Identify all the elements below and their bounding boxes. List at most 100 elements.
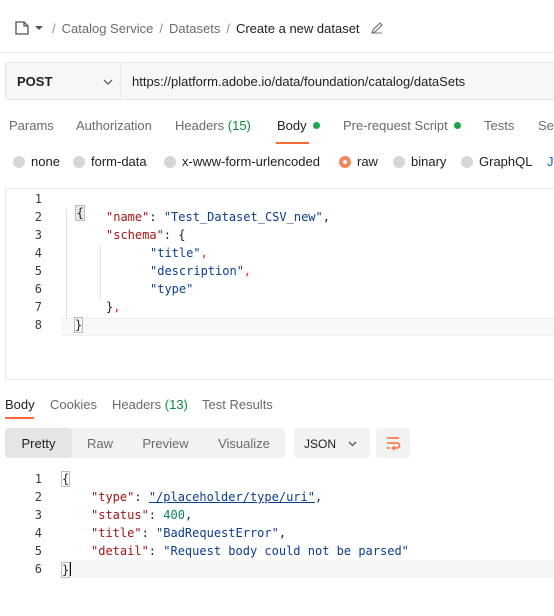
tab-authorization[interactable]: Authorization: [76, 118, 152, 133]
code-line: "name": "Test_Dataset_CSV_new",: [106, 210, 330, 224]
radio-label: form-data: [91, 154, 147, 169]
line-number: 2: [34, 210, 42, 224]
line-number: 6: [34, 282, 42, 296]
wrap-lines-icon: [387, 437, 401, 451]
method-select[interactable]: POST: [5, 62, 120, 100]
tab-headers-label: Headers: [175, 118, 225, 133]
syntax-error-mark: ,: [243, 264, 252, 278]
breadcrumb-item-datasets[interactable]: Datasets: [169, 21, 220, 36]
response-line: "title": "BadRequestError",: [91, 526, 286, 540]
url-input[interactable]: https://platform.adobe.io/data/foundatio…: [120, 62, 554, 100]
json-key: "status": [91, 508, 149, 522]
code-line: },: [106, 300, 120, 314]
view-preview-button[interactable]: Preview: [128, 428, 203, 458]
response-line: "type": "/placeholder/type/uri",: [91, 490, 322, 504]
current-line-highlight: [61, 318, 554, 336]
view-pretty-button[interactable]: Pretty: [5, 428, 72, 458]
active-tab-indicator: [276, 142, 309, 144]
radio-label: none: [31, 154, 60, 169]
json-colon: :: [148, 508, 164, 522]
breadcrumb-separator: /: [226, 20, 230, 36]
json-string: "type": [150, 282, 194, 296]
tab-params[interactable]: Params: [9, 118, 54, 133]
json-value: "BadRequestError": [156, 526, 279, 540]
text-cursor: [70, 562, 72, 576]
chevron-down-icon: [348, 441, 357, 447]
tab-active-dot: [453, 122, 461, 129]
radio-raw[interactable]: raw: [339, 154, 378, 169]
json-comma: ,: [314, 490, 323, 504]
method-label: POST: [17, 74, 53, 89]
tab-settings[interactable]: Se: [538, 118, 554, 133]
tab-body-label: Body: [277, 118, 307, 133]
line-number: 3: [34, 508, 42, 522]
json-value-link[interactable]: "/placeholder/type/uri": [149, 490, 315, 504]
tab-active-dot: [312, 122, 320, 129]
response-format-select[interactable]: JSON: [294, 428, 370, 458]
radio-circle: [393, 155, 405, 168]
collection-icon[interactable]: [14, 20, 30, 36]
line-number: 5: [34, 544, 42, 558]
json-key: "detail": [91, 544, 149, 558]
radio-label: raw: [357, 154, 378, 169]
breadcrumb: / Catalog Service / Datasets / Create a …: [14, 18, 384, 38]
response-headers-count: (13): [164, 397, 188, 412]
json-key: "type": [91, 490, 135, 504]
radio-none[interactable]: none: [13, 154, 60, 169]
json-colon: :: [149, 210, 164, 224]
line-number: 1: [34, 192, 42, 206]
radio-graphql[interactable]: GraphQL: [461, 154, 532, 169]
line-number: 6: [34, 562, 42, 576]
bracket-match: }: [60, 562, 71, 578]
view-raw-button[interactable]: Raw: [72, 428, 128, 458]
indent-guide: [100, 246, 101, 300]
response-tab-cookies[interactable]: Cookies: [50, 397, 97, 412]
syntax-error-mark: ,: [113, 300, 121, 314]
breadcrumb-item-catalog-service[interactable]: Catalog Service: [62, 21, 154, 36]
json-comma: ,: [322, 210, 330, 224]
json-brace: {: [178, 228, 186, 242]
line-number: 3: [34, 228, 42, 242]
json-key: "title": [91, 526, 142, 540]
view-visualize-button[interactable]: Visualize: [203, 428, 285, 458]
code-line: "description",: [150, 264, 251, 278]
bracket-match: {: [75, 205, 85, 221]
json-key: "schema": [106, 228, 164, 242]
line-number: 4: [34, 526, 42, 540]
response-view-group: Pretty Raw Preview Visualize: [5, 428, 285, 458]
code-line: {: [62, 192, 85, 221]
tab-tests[interactable]: Tests: [484, 118, 514, 133]
response-tab-test-results[interactable]: Test Results: [202, 397, 273, 412]
response-line: }: [60, 562, 72, 578]
json-colon: :: [141, 526, 157, 540]
json-value: 400: [163, 508, 185, 522]
line-number: 1: [34, 472, 42, 486]
line-number: 8: [34, 318, 42, 332]
edit-icon[interactable]: [370, 21, 384, 35]
bracket-match: }: [73, 317, 84, 333]
tab-prerequest-label: Pre-request Script: [343, 118, 448, 133]
response-tab-headers[interactable]: Headers (13): [112, 397, 188, 412]
chevron-down-icon[interactable]: [34, 23, 44, 33]
radio-form-data[interactable]: form-data: [73, 154, 147, 169]
tab-prerequest-script[interactable]: Pre-request Script: [343, 118, 461, 133]
code-line: "title",: [150, 246, 208, 260]
json-value: "Test_Dataset_CSV_new": [163, 210, 323, 224]
radio-label: x-www-form-urlencoded: [182, 154, 320, 169]
json-colon: :: [134, 490, 149, 504]
radio-circle: [13, 155, 25, 168]
radio-circle: [73, 155, 85, 168]
line-number: 5: [34, 264, 42, 278]
language-select[interactable]: J: [547, 154, 554, 169]
radio-binary[interactable]: binary: [393, 154, 446, 169]
radio-circle: [164, 155, 176, 168]
radio-label: GraphQL: [479, 154, 533, 169]
json-value: "Request body could not be parsed": [163, 544, 409, 558]
radio-x-www-form-urlencoded[interactable]: x-www-form-urlencoded: [164, 154, 320, 169]
wrap-lines-button[interactable]: [376, 428, 410, 458]
request-title[interactable]: Create a new dataset: [236, 21, 360, 36]
response-line: {: [60, 471, 71, 487]
tab-body[interactable]: Body: [277, 118, 320, 133]
tab-headers[interactable]: Headers (15): [175, 118, 251, 133]
response-tab-body[interactable]: Body: [5, 397, 35, 412]
